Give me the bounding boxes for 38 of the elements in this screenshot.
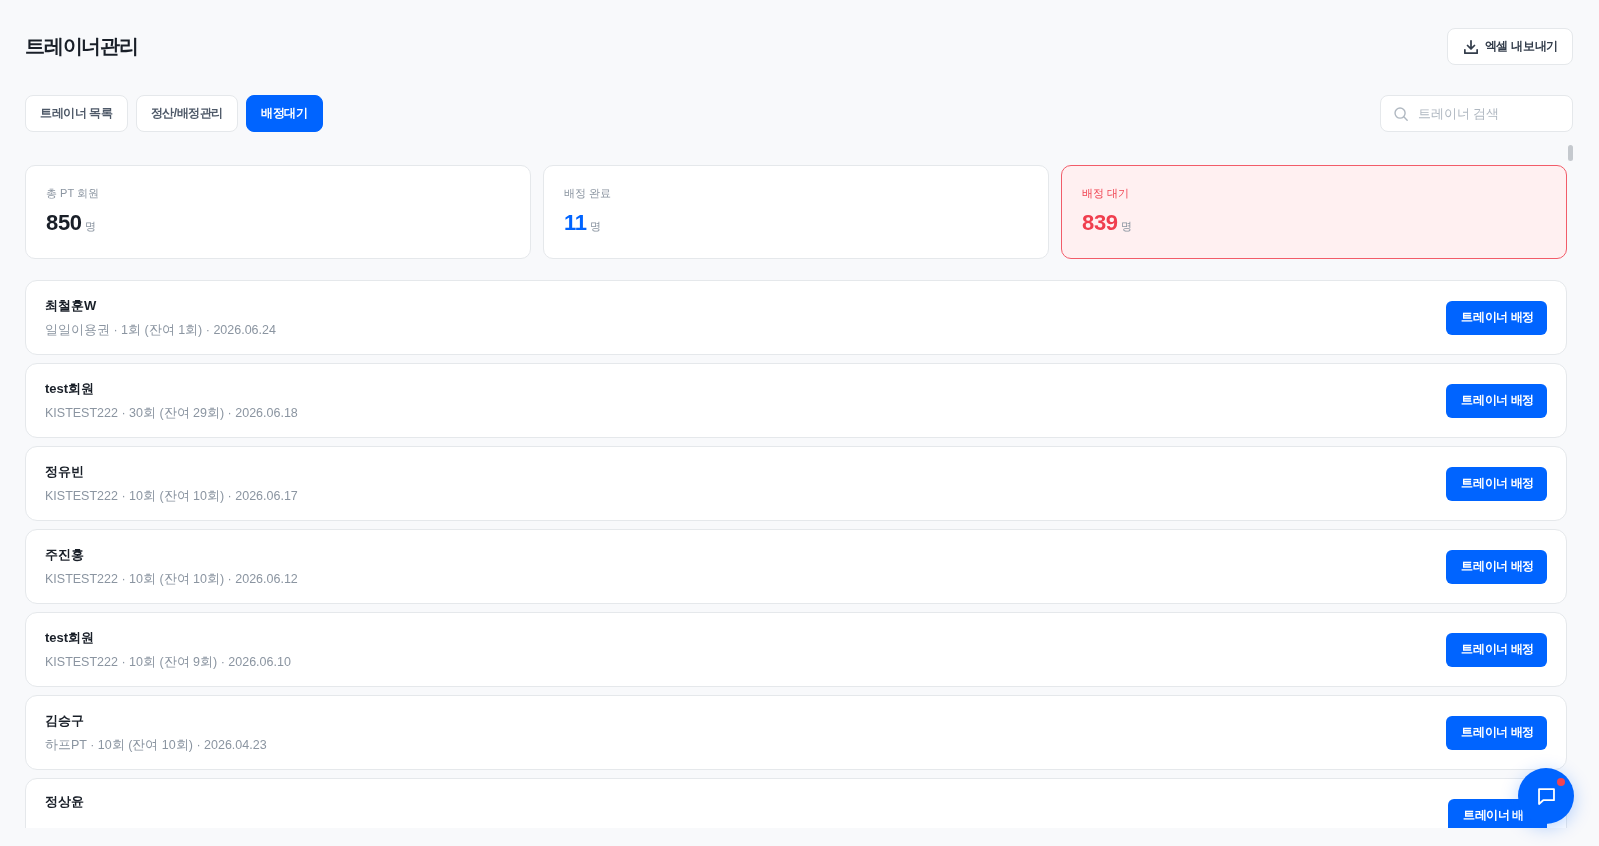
stat-label: 배정 완료 [564, 186, 613, 200]
member-name: test회원 [45, 628, 96, 647]
assign-trainer-button[interactable]: 트레이너 배정 [1446, 383, 1547, 418]
member-name: 최철훈W [45, 296, 98, 315]
assign-trainer-button[interactable]: 트레이너 배정 [1446, 300, 1547, 335]
chat-bubble-icon [1537, 787, 1555, 805]
member-name: 주진홍 [45, 545, 85, 564]
stat-value: 11 [564, 210, 587, 236]
stat-unit: 명 [84, 219, 96, 234]
assign-trainer-button[interactable]: 트레이너 배정 [1446, 466, 1547, 501]
assign-trainer-button[interactable]: 트레이너 배정 [1446, 715, 1547, 750]
stat-label: 배정 대기 [1082, 186, 1131, 200]
stat-value: 850 [46, 210, 82, 236]
search-icon [1394, 106, 1408, 121]
member-name: 김승구 [45, 711, 85, 730]
member-name: 정유빈 [45, 462, 85, 481]
stat-value: 839 [1082, 210, 1118, 236]
export-button[interactable]: 엑셀 내보내기 [1446, 28, 1573, 65]
scrollbar-thumb[interactable] [1568, 145, 1573, 161]
stat-label: 총 PT 회원 [46, 186, 100, 200]
member-name: 정상윤 [45, 793, 84, 811]
assign-trainer-button[interactable]: 트레이너 배정 [1446, 549, 1547, 584]
member-details: KISTEST222 · 10회 (잔여 10회) · 2026.06.17 [45, 487, 298, 505]
tab[interactable]: 정산/배정관리 [135, 95, 239, 132]
tab[interactable]: 배정대기 [246, 95, 323, 132]
download-icon [1463, 39, 1478, 54]
search-field[interactable]: 트레이너 검색 [1380, 95, 1573, 132]
member-details: KISTEST222 · 30회 (잔여 29회) · 2026.06.18 [45, 404, 298, 422]
member-details: 하프PT · 10회 (잔여 10회) · 2026.04.23 [45, 736, 267, 754]
member-name: test회원 [45, 379, 96, 398]
member-details: KISTEST222 · 10회 (잔여 10회) · 2026.06.12 [45, 570, 298, 588]
page-title: 트레이너관리 [25, 34, 138, 59]
stat-unit: 명 [1120, 219, 1132, 234]
assign-trainer-button[interactable]: 트레이너 배정 [1446, 632, 1547, 667]
member-details: KISTEST222 · 10회 (잔여 9회) · 2026.06.10 [45, 653, 291, 671]
tab[interactable]: 트레이너 목록 [25, 95, 128, 132]
stat-unit: 명 [589, 219, 601, 234]
member-details: 일일이용권 · 1회 (잔여 1회) · 2026.06.24 [45, 321, 276, 339]
